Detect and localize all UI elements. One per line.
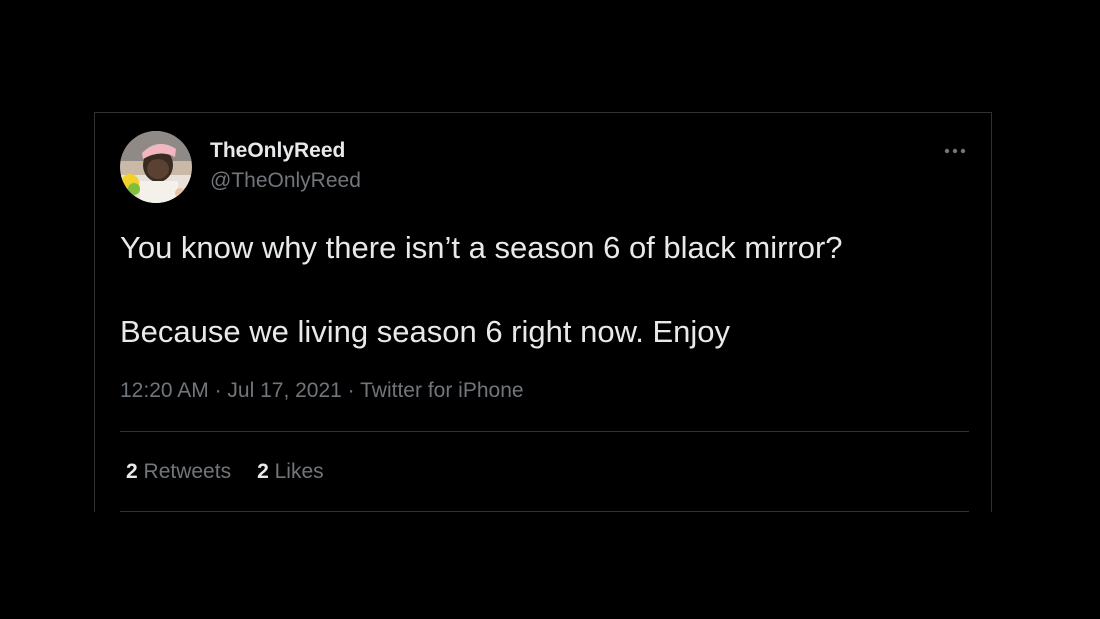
likes-stat[interactable]: 2 Likes [257, 459, 324, 485]
likes-label: Likes [274, 460, 324, 483]
tweet-time[interactable]: 12:20 AM [120, 379, 209, 402]
more-options-button[interactable] [941, 141, 969, 161]
tweet-source[interactable]: Twitter for iPhone [360, 379, 523, 402]
tweet-text-line: You know why there isn’t a season 6 of b… [120, 230, 843, 265]
more-horizontal-icon [944, 148, 966, 154]
tweet-text-line: Because we living season 6 right now. En… [120, 314, 731, 349]
display-name[interactable]: TheOnlyReed [210, 139, 345, 163]
meta-separator: · [341, 379, 361, 402]
tweet-card: TheOnlyReed @TheOnlyReed You know why th… [94, 112, 992, 512]
tweet-metadata: 12:20 AM · Jul 17, 2021 · Twitter for iP… [120, 378, 524, 404]
retweets-stat[interactable]: 2 Retweets [126, 459, 231, 485]
meta-separator: · [208, 379, 228, 402]
avatar[interactable] [120, 131, 192, 203]
avatar-photo [120, 131, 192, 203]
retweets-count: 2 [126, 460, 138, 483]
tweet-text: You know why there isn’t a season 6 of b… [120, 227, 970, 353]
tweet-date[interactable]: Jul 17, 2021 [227, 379, 341, 402]
user-handle[interactable]: @TheOnlyReed [210, 169, 361, 193]
likes-count: 2 [257, 460, 269, 483]
divider [120, 431, 969, 432]
divider [120, 511, 969, 512]
retweets-label: Retweets [143, 460, 232, 483]
tweet-stats: 2 Retweets 2 Likes [126, 459, 324, 485]
